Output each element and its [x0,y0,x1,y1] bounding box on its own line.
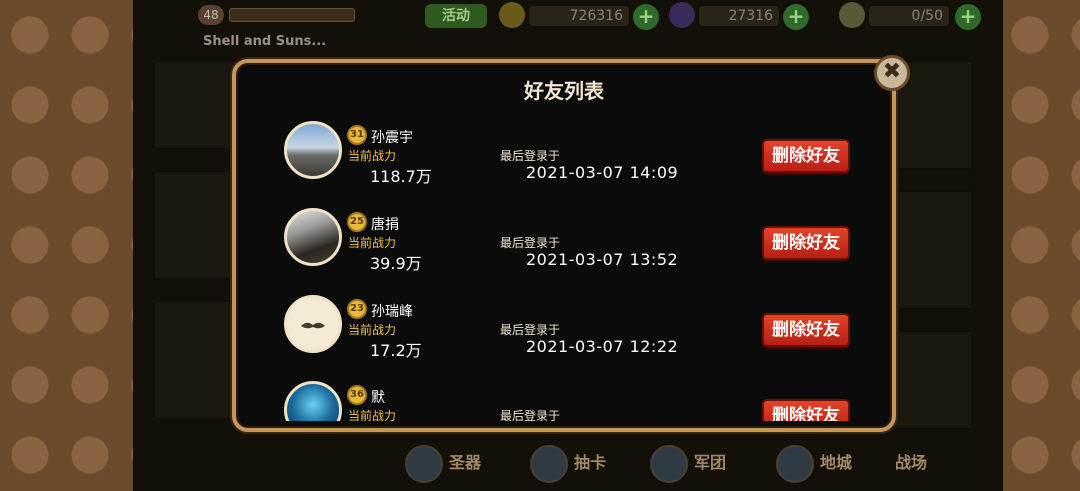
nav-battlefield[interactable]: 战场 [895,440,927,486]
power-label: 当前战力 [348,149,397,163]
last-login-time: 2021-03-07 12:22 [526,337,679,356]
nav-battlefield-label: 战场 [895,453,928,472]
friend-row: 25 唐捐 当前战力 39.9万 最后登录于 2021-03-07 13:52 … [284,208,854,288]
power-value: 17.2万 [370,341,422,360]
friend-name: 唐捐 [371,217,399,233]
nav-legion-label: 军团 [694,453,727,472]
friend-name: 孙震宇 [371,130,413,146]
capacity-count: 0/50 [869,6,949,26]
nav-artifact[interactable]: 圣器 [405,440,481,486]
delete-friend-button[interactable]: 删除好友 [762,139,850,173]
power-label: 当前战力 [348,236,397,250]
last-login-label: 最后登录于 [500,323,561,337]
xp-bar [229,8,355,22]
right-pattern-border [1000,0,1080,491]
last-login-time: 2021-03-07 13:52 [526,250,679,269]
friend-avatar[interactable] [284,381,342,421]
left-pattern-border [0,0,133,491]
artifact-icon [405,444,443,483]
last-login-label: 最后登录于 [500,149,561,163]
power-label: 当前战力 [348,409,397,421]
level-badge: 23 [347,299,367,319]
friend-row: 36 默 当前战力 最后登录于 删除好友 [284,381,854,421]
gem-amount: 27316 [699,6,779,26]
level-badge: 36 [347,385,367,405]
nav-draw-label: 抽卡 [574,453,607,472]
dungeon-icon [776,444,814,483]
add-gem-button[interactable]: + [783,4,809,30]
last-login-label: 最后登录于 [500,409,561,421]
last-login-label: 最后登录于 [500,236,561,250]
friend-list[interactable]: 31 孙震宇 当前战力 118.7万 最后登录于 2021-03-07 14:0… [284,111,854,421]
nav-legion[interactable]: 军团 [650,440,726,486]
friend-avatar[interactable] [284,295,342,353]
nav-artifact-label: 圣器 [449,453,482,472]
delete-friend-button[interactable]: 删除好友 [762,226,850,260]
delete-friend-button[interactable]: 删除好友 [762,313,850,347]
dialog-title: 好友列表 [524,79,604,103]
nav-draw[interactable]: 抽卡 [530,440,606,486]
last-login-time: 2021-03-07 14:09 [526,163,679,182]
close-icon[interactable]: ✖ [874,55,910,91]
nav-dungeon[interactable]: 地城 [776,440,852,486]
friend-avatar[interactable] [284,121,342,179]
card-icon [530,444,568,483]
friend-list-dialog: 好友列表 31 孙震宇 当前战力 118.7万 最后登录于 2021-03-07… [232,59,896,432]
nav-dungeon-label: 地城 [820,453,853,472]
gem-icon [669,2,695,28]
friend-row: 31 孙震宇 当前战力 118.7万 最后登录于 2021-03-07 14:0… [284,121,854,201]
capacity-icon [839,2,865,28]
add-capacity-button[interactable]: + [955,4,981,30]
friend-name: 孙瑞峰 [371,304,413,320]
mustache-icon [301,322,325,329]
delete-friend-button[interactable]: 删除好友 [762,399,850,421]
power-value: 118.7万 [370,167,432,186]
friend-row: 23 孙瑞峰 当前战力 17.2万 最后登录于 2021-03-07 12:22… [284,295,854,375]
power-value: 39.9万 [370,254,422,273]
top-hud: 48 活动 726316 + 27316 + 0/50 + Shell and … [133,0,1003,49]
gold-amount: 726316 [529,6,629,26]
gold-icon [499,2,525,28]
event-button[interactable]: 活动 [425,4,487,28]
friend-avatar[interactable] [284,208,342,266]
level-badge: 25 [347,212,367,232]
player-level: 48 [198,5,224,25]
add-gold-button[interactable]: + [633,4,659,30]
friend-name: 默 [371,390,385,406]
power-label: 当前战力 [348,323,397,337]
guild-name: Shell and Suns... [203,34,327,49]
level-badge: 31 [347,125,367,145]
legion-icon [650,444,688,483]
